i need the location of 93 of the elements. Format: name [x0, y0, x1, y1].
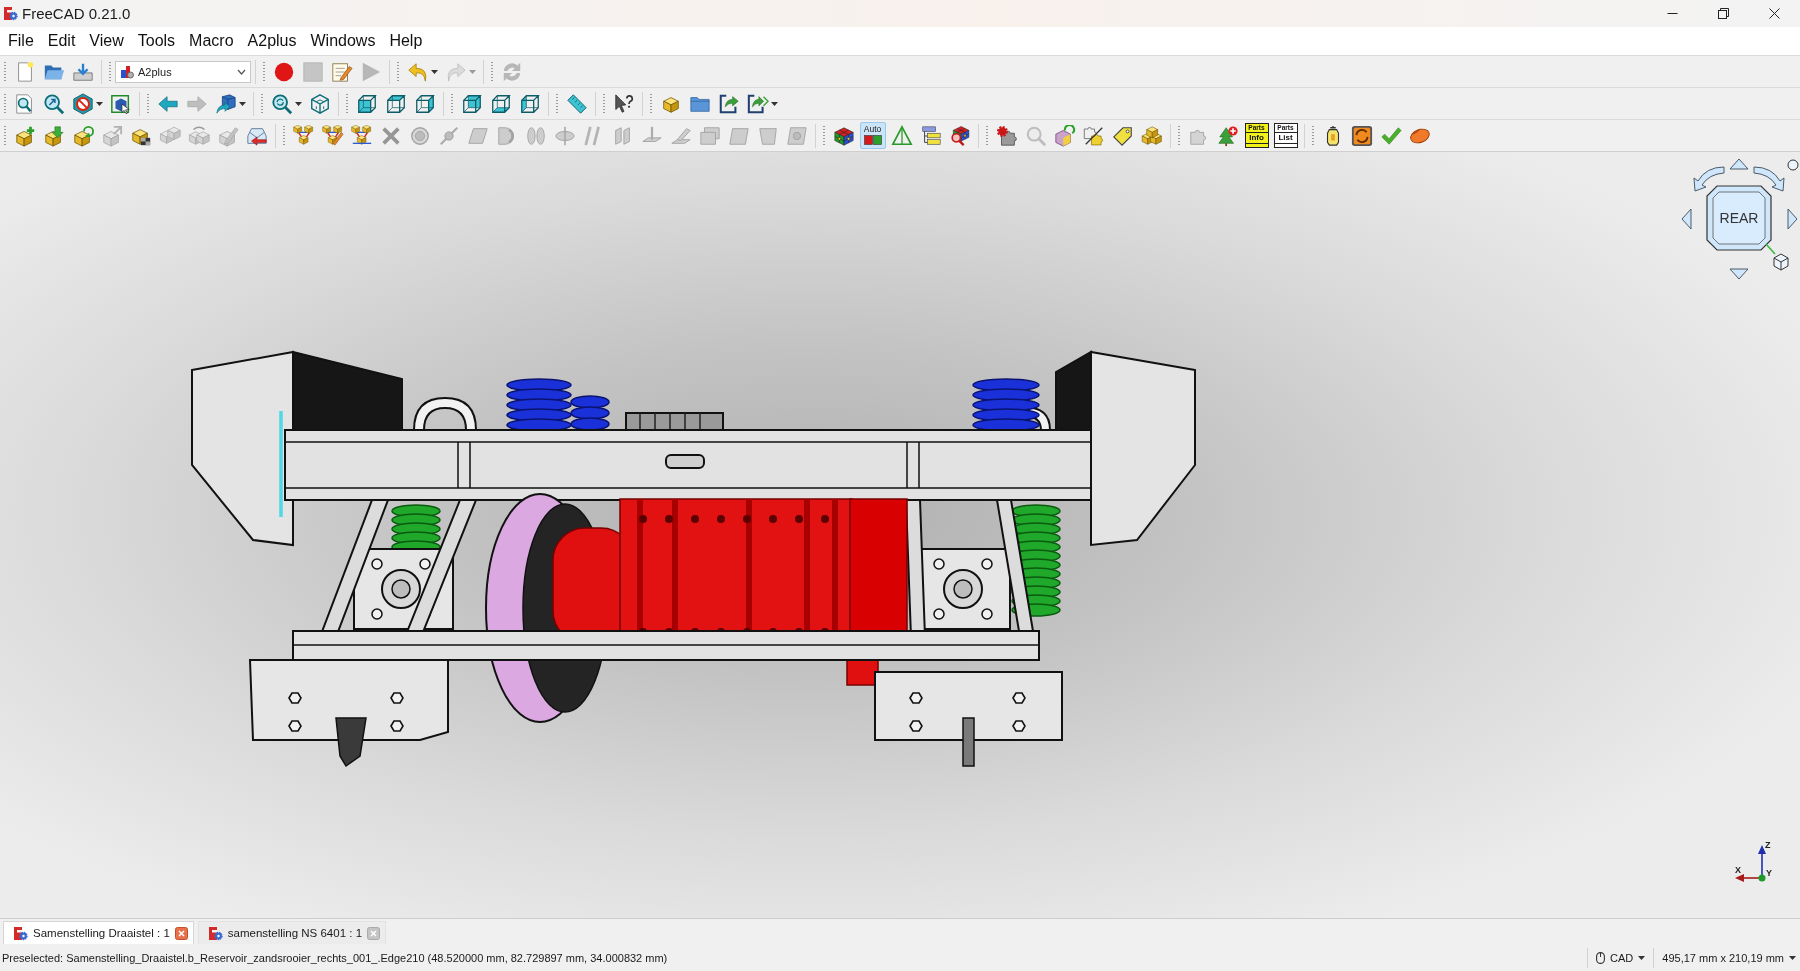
caret-icon [1638, 955, 1646, 960]
document-tab[interactable]: Samenstelling Draaistel : 1 [3, 921, 194, 944]
puzzle-slash-icon[interactable] [1082, 124, 1105, 147]
tree-plus-icon[interactable] [1216, 124, 1239, 147]
caret-icon[interactable] [295, 101, 302, 106]
axis-label: Y [1766, 868, 1772, 878]
right-arrow-icon[interactable] [1787, 208, 1798, 230]
document-logo-icon [207, 925, 223, 941]
chevron-icon[interactable] [237, 68, 246, 75]
restore-icon[interactable] [1718, 8, 1729, 19]
beam-clip [665, 454, 705, 469]
zoom-icon[interactable] [270, 92, 293, 115]
constraint-pencil-icon[interactable] [321, 124, 344, 147]
close-icon[interactable] [1769, 8, 1780, 19]
record-icon[interactable] [272, 60, 295, 83]
app-logo-icon [3, 6, 18, 21]
menu-item[interactable]: Windows [303, 32, 383, 50]
menu-item[interactable]: Edit [40, 32, 83, 50]
rotate-right-icon[interactable] [1753, 166, 1785, 192]
caret-icon[interactable] [239, 101, 246, 106]
coil-spring [972, 378, 1040, 432]
tag-icon[interactable] [1111, 124, 1134, 147]
wireframe-cube-icon[interactable] [308, 92, 331, 115]
document-logo-icon [13, 925, 28, 941]
up-arrow-icon[interactable] [1729, 158, 1749, 170]
block-refresh-icon[interactable] [71, 124, 94, 147]
cube-magnifier-icon[interactable] [948, 124, 971, 147]
bolt-hole [909, 692, 923, 704]
bars-icon[interactable] [919, 124, 942, 147]
document-tab[interactable]: samenstelling NS 6401 : 1 [197, 921, 387, 944]
block-plus-icon[interactable] [13, 124, 36, 147]
constraint-tree-icon[interactable] [292, 124, 315, 147]
cube-refresh-icon[interactable] [1053, 124, 1076, 147]
import-multiple-icon[interactable] [746, 92, 769, 115]
caret-icon[interactable] [96, 101, 103, 106]
bolt-hole [390, 720, 404, 732]
circle-icon[interactable] [1787, 159, 1799, 171]
mouse-icon [1596, 951, 1606, 964]
menu-item[interactable]: File [1, 32, 41, 50]
axis-label: X [1735, 865, 1741, 875]
stacked-blocks-icon[interactable] [1140, 124, 1163, 147]
magnifier-arrow-icon[interactable] [42, 92, 65, 115]
check-icon[interactable] [1379, 124, 1402, 147]
cube-face-icon[interactable] [518, 92, 541, 115]
axis-label: Z [1765, 840, 1771, 850]
bolt-hole [288, 692, 302, 704]
gear-puzzle-icon[interactable] [995, 124, 1018, 147]
hanger-loop [413, 397, 477, 431]
workbench-logo-icon [120, 64, 134, 79]
bolt-hole [390, 692, 404, 704]
left-arrow-icon[interactable] [1681, 208, 1692, 230]
cube-face-icon[interactable] [355, 92, 378, 115]
navigation-style-button[interactable]: CAD [1592, 951, 1650, 964]
cube-face-icon[interactable] [413, 92, 436, 115]
auto-toggle[interactable]: Auto [859, 122, 886, 149]
caret-icon[interactable] [771, 101, 778, 106]
workbench-dropdown[interactable]: A2plus [115, 60, 251, 83]
cube-face-icon[interactable] [384, 92, 407, 115]
bolt-hole [288, 720, 302, 732]
dimension-button[interactable]: 495,17 mm x 210,19 mm [1658, 951, 1800, 964]
bolt-hole [909, 720, 923, 732]
hanging-pin [335, 717, 367, 768]
menu-item[interactable]: View [82, 32, 131, 50]
cube-arrow-icon[interactable] [214, 92, 237, 115]
constraint-blocks-icon[interactable] [350, 124, 373, 147]
rotate-left-icon[interactable] [1693, 166, 1725, 192]
ruler-icon[interactable] [565, 92, 588, 115]
window-title: FreeCAD 0.21.0 [22, 5, 131, 22]
puzzle-cube-icon[interactable] [832, 124, 855, 147]
triangle-icon[interactable] [890, 124, 913, 147]
view-cube-face[interactable]: REAR [1706, 185, 1772, 251]
bolt-hole [1012, 720, 1026, 732]
bolt-hole [1012, 692, 1026, 704]
hanging-pin [962, 717, 975, 767]
help-cursor-icon[interactable] [612, 92, 635, 115]
import-icon[interactable] [717, 92, 740, 115]
cube-face-icon[interactable] [489, 92, 512, 115]
menu-item[interactable]: Help [382, 32, 430, 50]
refresh-icon[interactable] [1350, 124, 1373, 147]
caret-icon[interactable] [431, 69, 438, 74]
menu-item[interactable]: A2plus [240, 32, 304, 50]
notepad-pencil-icon[interactable] [330, 60, 353, 83]
squares-icon [863, 135, 882, 145]
cube-face-icon[interactable] [460, 92, 483, 115]
status-message: Preselected: Samenstelling_Draaistel.b_Reservoir_zandsrooier_rechts_001_.Edge210 (48.520000 mm, 82.729897 mm, 34.000832 mm) [2, 951, 668, 964]
caret-icon [1789, 955, 1796, 960]
small-cube-icon[interactable] [1765, 243, 1789, 271]
block-down-arrow-icon[interactable] [42, 124, 65, 147]
menu-item[interactable]: Macro [182, 32, 241, 50]
cube-cursor-icon[interactable] [109, 92, 132, 115]
menu-item[interactable]: Tools [130, 32, 183, 50]
no-entry-icon[interactable] [71, 92, 94, 115]
down-arrow-icon[interactable] [1729, 268, 1749, 280]
